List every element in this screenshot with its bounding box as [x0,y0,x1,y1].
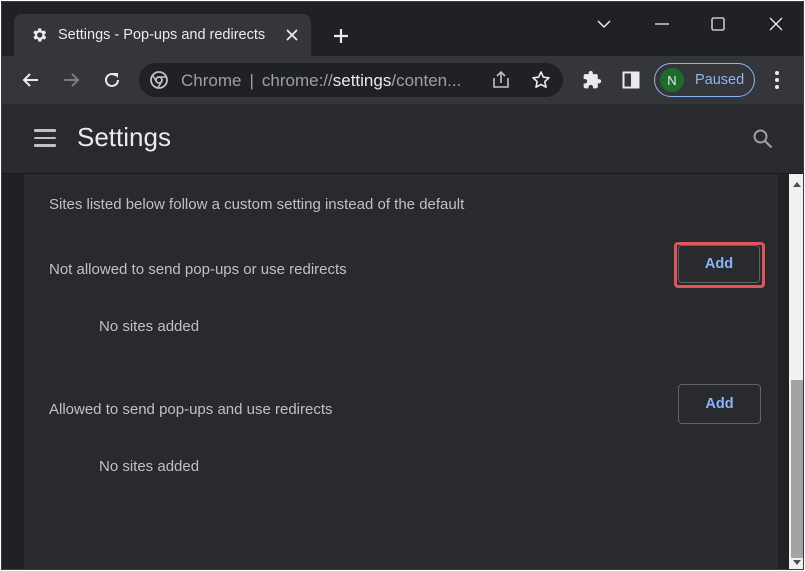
side-panel-icon[interactable] [616,65,646,95]
profile-status: Paused [695,72,745,88]
back-arrow-icon[interactable] [16,65,46,95]
tab-title: Settings - Pop-ups and redirects [58,27,266,43]
toolbar: Chrome | chrome://settings/conten... N Pau… [2,56,803,104]
forward-arrow-icon[interactable] [56,65,86,95]
tab-search-chevron-icon[interactable] [584,10,624,38]
reload-icon[interactable] [97,65,127,95]
url-path: /conten... [391,71,462,90]
scroll-down-arrow-icon[interactable] [793,560,801,565]
address-bar[interactable]: Chrome | chrome://settings/conten... [139,63,563,97]
scroll-up-arrow-icon[interactable] [793,182,801,187]
more-menu-icon[interactable] [762,65,792,95]
browser-window: Settings - Pop-ups and redirects Chrome … [1,1,804,570]
extensions-puzzle-icon[interactable] [577,65,607,95]
minimize-icon[interactable] [642,10,682,38]
avatar: N [660,68,684,92]
add-allowed-site-button[interactable]: Add [678,384,761,424]
allowed-section-heading: Allowed to send pop-ups and use redirect… [49,401,333,418]
site-label: Chrome [181,71,242,90]
maximize-icon[interactable] [698,10,738,38]
profile-button[interactable]: N Paused [654,63,755,97]
tab-settings[interactable]: Settings - Pop-ups and redirects [14,14,311,56]
tab-strip: Settings - Pop-ups and redirects [2,2,803,56]
url-prefix: chrome:// [261,71,333,90]
popups-settings-card: Sites listed below follow a custom setti… [24,174,778,569]
chrome-logo-icon [150,71,168,89]
allowed-empty-message: No sites added [99,458,200,475]
url-host: settings [332,71,392,90]
close-window-icon[interactable] [756,10,796,38]
scroll-thumb[interactable] [791,380,803,558]
custom-setting-intro: Sites listed below follow a custom setti… [49,196,465,213]
close-tab-icon[interactable] [281,24,303,46]
settings-content: Sites listed below follow a custom setti… [2,174,789,569]
url-text: Chrome | chrome://settings/conten... [181,71,462,90]
share-icon[interactable] [491,70,511,90]
blocked-section-heading: Not allowed to send pop-ups or use redir… [49,261,347,278]
gear-icon [30,26,48,44]
page-title: Settings [77,122,171,152]
add-button-highlight [674,242,765,288]
new-tab-icon[interactable] [327,22,355,50]
hamburger-menu-icon[interactable] [34,129,56,147]
search-icon[interactable] [752,128,774,150]
blocked-empty-message: No sites added [99,318,200,335]
bookmark-star-icon[interactable] [531,70,551,90]
scrollbar[interactable] [789,174,803,569]
settings-header: Settings [2,104,803,174]
